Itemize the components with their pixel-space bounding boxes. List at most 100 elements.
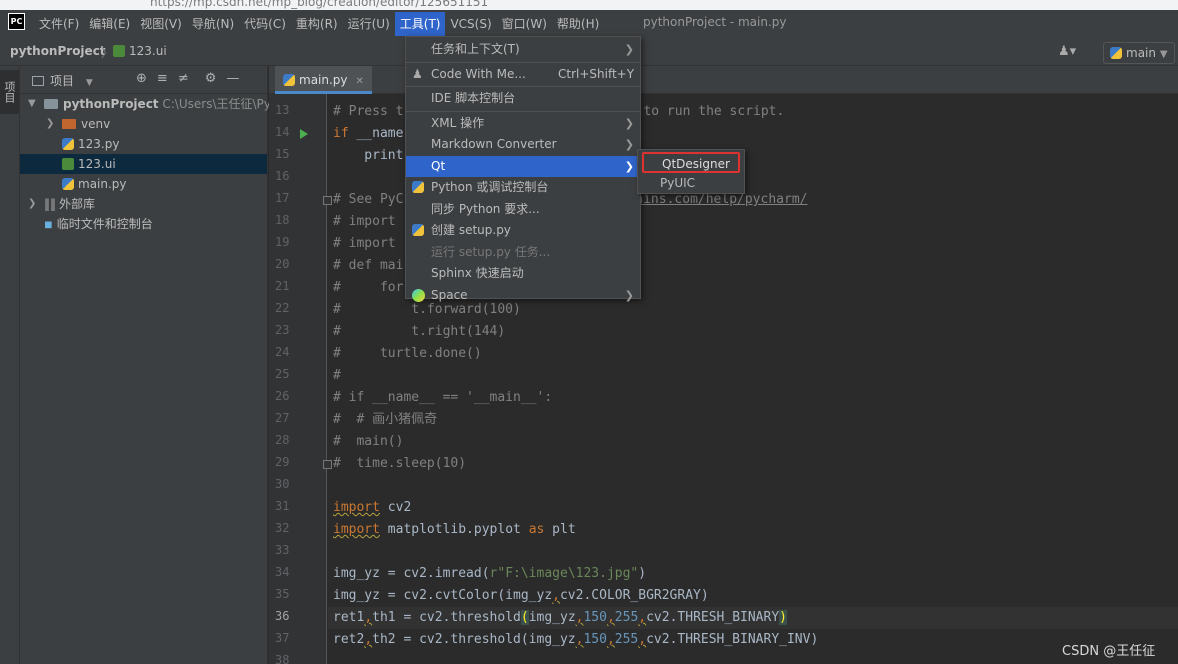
code-bracket-match: ( [520,610,529,625]
code-line: ret2,th2 = cv2.threshold(img_yz,150,255,… [333,629,818,651]
code-link[interactable]: rains.com/help/pycharm/ [627,192,807,207]
project-panel-header: 项目 ▼ ⊕ ≡ ≠ ⚙ — [20,66,267,94]
menu-code[interactable]: 代码(C) [239,12,291,36]
tree-item-123-ui[interactable]: 123.ui [20,154,267,174]
project-tool-tab[interactable]: 项目 [0,70,19,114]
code-text: cv2.THRESH_BINARY_INV) [646,632,819,647]
menu-item-sphinx-quickstart[interactable]: Sphinx 快速启动 [406,263,640,285]
python-icon [412,181,425,194]
tree-item-label: 123.ui [78,157,116,171]
menu-tools[interactable]: 工具(T) [394,12,446,36]
code-line: if __name [333,123,403,145]
expand-all-icon[interactable]: ≡ [157,71,168,86]
run-config-selector[interactable]: main ▼ [1103,42,1175,64]
project-panel-title: 项目 [50,74,75,88]
project-panel-tools: ⊕ ≡ ≠ ⚙ — [136,71,239,86]
tree-item-main-py[interactable]: main.py [20,174,267,194]
code-line: import matplotlib.pyplot as plt [333,519,576,541]
tree-item-root[interactable]: ▼ pythonProject C:\Users\王任征\Pyc [20,94,277,114]
scratches-icon: ◾ [44,217,53,231]
code-line: # t.right(144) [333,324,506,339]
menu-navigate[interactable]: 导航(N) [187,12,239,36]
code-text: matplotlib.pyplot [379,522,529,537]
code-string: r"F:\image\123.jpg" [489,566,639,581]
menu-run[interactable]: 运行(U) [343,12,395,36]
gear-icon[interactable]: ⚙ [205,71,217,86]
code-text: cv2.THRESH_BINARY [646,610,780,625]
python-file-icon [62,178,74,190]
code-text: th1 = cv2.threshold [372,610,521,625]
code-text: ret2 [333,632,365,647]
line-number: 30 [275,477,290,491]
menu-vcs[interactable]: VCS(S) [445,12,496,36]
code-number: 255 [614,632,639,647]
code-line: # for [333,280,404,295]
code-number: 150 [583,632,607,647]
menu-item-label: 任务和上下文(T) [431,42,520,56]
code-line: # time.sleep(10) [333,456,467,471]
tree-item-venv[interactable]: ❯ venv [20,114,267,134]
menu-item-label: 运行 setup.py 任务... [431,244,551,259]
menu-help[interactable]: 帮助(H) [552,12,604,36]
menu-item-label: Qt [431,158,446,173]
line-number: 24 [275,345,290,359]
menu-item-python-console[interactable]: Python 或调试控制台 [406,177,640,199]
code-number: 150 [583,610,607,625]
tab-main-py[interactable]: main.py ✕ [275,66,372,94]
menu-item-pyuic[interactable]: PyUIC [638,173,744,194]
library-icon: ‖‖ [44,197,56,211]
line-number: 16 [275,169,290,183]
collapse-all-icon[interactable]: ≠ [178,71,189,86]
menu-item-label: Space [431,287,468,302]
close-icon[interactable]: ✕ [356,76,364,87]
locate-icon[interactable]: ⊕ [136,71,147,86]
menu-file[interactable]: 文件(F) [34,12,84,36]
line-number: 32 [275,521,290,535]
pycharm-logo-icon: PC [8,13,25,30]
menu-refactor[interactable]: 重构(R) [291,12,343,36]
code-keyword: import [333,500,380,515]
menu-item-create-setup-py[interactable]: 创建 setup.py [406,220,640,242]
line-number: 31 [275,499,290,513]
menu-item-ide-script-console[interactable]: IDE 脚本控制台 [406,88,640,110]
menu-item-sync-requirements[interactable]: 同步 Python 要求... [406,199,640,221]
python-logo-icon [412,181,424,193]
python-file-icon [412,224,425,237]
code-line: # def mai [333,258,404,273]
line-number: 21 [275,279,290,293]
tab-label: main.py [299,73,348,87]
menu-edit[interactable]: 编辑(E) [84,12,135,36]
code-line: # import [333,214,396,229]
tree-item-scratches[interactable]: ◾ 临时文件和控制台 [20,214,267,234]
breadcrumb-file[interactable]: 123.ui [113,44,167,58]
menu-item-code-with-me[interactable]: ♟ Code With Me... Ctrl+Shift+Y [406,64,640,86]
menu-item-xml-actions[interactable]: XML 操作 ❯ [406,113,640,135]
code-keyword: import [333,522,380,537]
code-line-current: ret1,th1 = cv2.threshold(img_yz,150,255,… [333,607,787,629]
hide-icon[interactable]: — [226,71,239,86]
menu-view[interactable]: 视图(V) [135,12,187,36]
breadcrumb-separator-icon: 〉 [101,46,114,60]
code-line: # main() [333,434,404,449]
run-gutter-icon[interactable] [300,129,308,139]
menu-item-run-setup-py-task: 运行 setup.py 任务... [406,242,640,264]
tree-item-label: venv [81,117,111,131]
menu-item-qtdesigner[interactable]: QtDesigner [642,152,740,173]
editor-gutter: 13 14 15 16 17 18 19 20 21 22 23 24 25 2… [269,94,332,664]
window-title: pythonProject - main.py [643,15,787,29]
code-line: # [333,368,341,383]
user-icon[interactable]: ♟▾ [1058,44,1090,62]
breadcrumb-project[interactable]: pythonProject [10,44,106,58]
tree-item-label: main.py [78,177,127,191]
tree-item-123-py[interactable]: 123.py [20,134,267,154]
menu-item-markdown-converter[interactable]: Markdown Converter ❯ [406,134,640,156]
menu-item-space[interactable]: Space ❯ [406,285,640,307]
menu-item-qt[interactable]: Qt ❯ [406,155,640,177]
menu-item-tasks-contexts[interactable]: 任务和上下文(T) ❯ [406,39,640,61]
code-text: __name [348,126,404,141]
menu-window[interactable]: 窗口(W) [497,12,552,36]
project-view-selector[interactable]: 项目 ▼ [32,72,93,89]
menu-item-label: IDE 脚本控制台 [431,91,516,105]
tree-item-external-libraries[interactable]: ❯ ‖‖ 外部库 [20,194,267,214]
code-text: th2 = cv2.threshold(img_yz [372,632,576,647]
